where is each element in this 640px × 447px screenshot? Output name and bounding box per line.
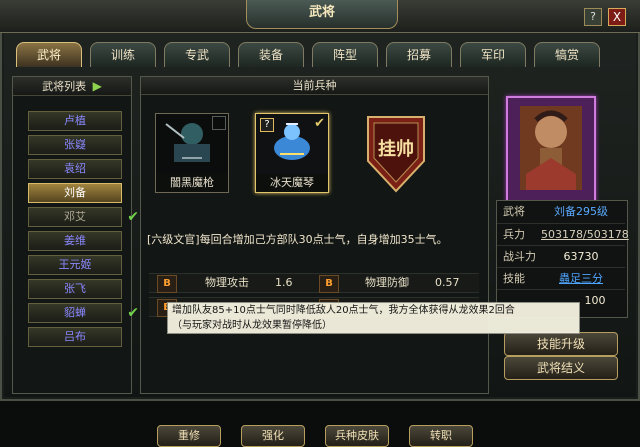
portrait-image [508,98,594,200]
skill-upgrade-button[interactable]: 技能升级 [504,332,618,356]
general-item-label: 邓艾 [64,210,86,223]
tab-training[interactable]: 训练 [90,42,156,67]
current-troop-panel: 当前兵种 闇黑魔枪 ? ✔ 冰天魔琴 挂帅 [六级文官]每回合增加己方部队30点… [140,76,489,447]
card-frame [212,116,226,130]
general-item-luzhi[interactable]: 卢植 [28,111,122,131]
general-info-box: 武将 刘备295级 兵力 503178/503178 战斗力 63730 技能 … [496,200,629,318]
general-item-dengai[interactable]: 邓艾 ✔ [28,207,139,227]
skill-label: 技能 [503,272,525,285]
tab-formation[interactable]: 阵型 [312,42,378,67]
commander-badge-text: 挂帅 [378,138,414,160]
general-list-panel: 武将列表 ▶ 卢植 张嶷 袁绍 刘备 邓艾 ✔ 姜维 王元姬 张飞 貂蝉 ✔ 吕… [12,76,139,394]
stat-value: 1.6 [275,276,293,289]
stat-row: B 物理攻击 1.6 B 物理防御 0.57 [149,273,479,293]
general-info-panel: 武将 刘备295级 兵力 503178/503178 战斗力 63730 技能 … [496,76,629,392]
close-button[interactable]: X [608,8,626,26]
general-info-row: 兵力 503178/503178 [497,223,629,246]
general-item-lubu[interactable]: 吕布 [28,327,122,347]
transfer-button[interactable]: 转职 [409,425,473,447]
stat-label: 物理防御 [365,276,409,289]
grade-badge-icon: B [319,275,339,293]
troop-card-label: 冰天魔琴 [270,176,314,189]
tooltip-line-1: 增加队友85+10点士气同时降低敌人20点士气，我方全体获得从龙效果2回合 [172,305,515,316]
arrow-right-icon[interactable]: ▶ [93,79,102,93]
troops-value: 503178/503178 [541,228,629,241]
general-item-jiangwei[interactable]: 姜维 [28,231,122,251]
general-item-liubei[interactable]: 刘备 [28,183,122,203]
tab-bar: 武将 训练 专武 装备 阵型 招募 军印 犒赏 [16,42,628,67]
tab-generals[interactable]: 武将 [16,42,82,67]
troop-card-ice-lute[interactable]: ? ✔ 冰天魔琴 [255,113,329,193]
grade-badge-icon: B [157,275,177,293]
checkmark-icon: ✔ [127,305,139,321]
general-item-label: 貂蝉 [64,306,86,319]
tab-military-seal[interactable]: 军印 [460,42,526,67]
stat-label: 物理攻击 [205,276,249,289]
general-list-title: 武将列表 ▶ [13,77,131,96]
tab-equipment[interactable]: 装备 [238,42,304,67]
general-info-row: 战斗力 63730 [497,245,625,268]
commander-shield-icon: 挂帅 [367,116,425,193]
checkmark-icon: ✔ [314,116,325,131]
general-name-label: 武将 [503,205,525,218]
help-button[interactable]: ? [584,8,602,26]
window-title: 武将 [308,5,335,20]
general-name-value: 刘备295级 [554,205,608,218]
general-item-wangyuanji[interactable]: 王元姬 [28,255,122,275]
general-info-row: 技能 蟲足三分 [497,267,625,290]
retrain-button[interactable]: 重修 [157,425,221,447]
troop-description: [六级文官]每回合增加己方部队30点士气，自身增加35士气。 [147,233,448,246]
general-portrait [506,96,596,202]
checkmark-icon: ✔ [127,209,139,225]
skill-value[interactable]: 蟲足三分 [541,268,621,290]
tab-special-weapon[interactable]: 专武 [164,42,230,67]
general-item-zhangfei[interactable]: 张飞 [28,279,122,299]
tab-reward[interactable]: 犒赏 [534,42,600,67]
combat-power-value: 63730 [563,250,599,263]
commander-badge[interactable]: 挂帅 [360,113,432,193]
troop-card-dark-lance[interactable]: 闇黑魔枪 [155,113,229,193]
window-title-bar: 武将 [246,0,398,29]
current-troop-title: 当前兵种 [141,77,488,95]
hidden-stat-value: 100 [584,294,606,307]
tooltip-line-2: （与玩家对战时从龙效果暂停降低） [172,320,332,331]
general-item-zhangni[interactable]: 张嶷 [28,135,122,155]
question-badge-icon: ? [260,118,274,132]
general-item-yuanshao[interactable]: 袁绍 [28,159,122,179]
general-info-row: 武将 刘备295级 [497,201,625,223]
skill-tooltip: 增加队友85+10点士气同时降低敌人20点士气，我方全体获得从龙效果2回合 （与… [167,302,580,334]
combat-power-label: 战斗力 [503,250,536,263]
stat-value: 0.57 [435,276,460,289]
strengthen-button[interactable]: 强化 [241,425,305,447]
general-bond-button[interactable]: 武将结义 [504,356,618,380]
general-item-diaochan[interactable]: 貂蝉 ✔ [28,303,139,323]
troops-label: 兵力 [503,228,525,241]
tab-recruit[interactable]: 招募 [386,42,452,67]
troop-skin-button[interactable]: 兵种皮肤 [325,425,389,447]
troop-card-label: 闇黑魔枪 [170,176,214,189]
